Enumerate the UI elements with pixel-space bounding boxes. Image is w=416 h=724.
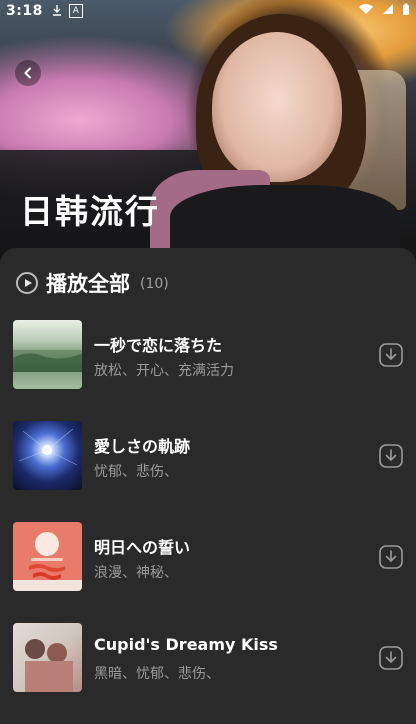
- play-icon: [16, 272, 38, 294]
- track-row[interactable]: 一秒で恋に落ちた 放松、开心、充满活力: [0, 320, 416, 421]
- track-cover-couple-photo: [13, 623, 82, 692]
- chevron-left-icon: [22, 64, 34, 83]
- download-button[interactable]: [378, 443, 404, 469]
- download-button[interactable]: [378, 342, 404, 368]
- download-icon: [379, 545, 403, 569]
- track-panel: 播放全部 (10) 一秒で恋に落ちた 放松、开心、充满活力 愛しさの軌跡 忧郁、…: [0, 248, 416, 692]
- a-notification-icon: A: [68, 4, 83, 18]
- play-all-label: 播放全部: [46, 272, 130, 296]
- track-tags: 忧郁、悲伤、: [94, 464, 178, 480]
- track-title: Cupid's Dreamy Kiss: [94, 635, 278, 654]
- download-button[interactable]: [378, 645, 404, 671]
- download-icon: [379, 343, 403, 367]
- download-button[interactable]: [378, 544, 404, 570]
- status-time: 3:18: [6, 3, 43, 19]
- signal-icon: [382, 3, 394, 19]
- playlist-title: 日韩流行: [20, 192, 160, 231]
- status-right-icons: [358, 3, 410, 20]
- track-tags: 浪漫、神秘、: [94, 565, 178, 581]
- track-title: 明日への誓い: [94, 538, 191, 557]
- banner-face: [212, 32, 342, 182]
- track-title: 一秒で恋に落ちた: [94, 336, 223, 355]
- track-count: (10): [140, 276, 169, 292]
- wifi-icon: [358, 3, 374, 19]
- track-row[interactable]: 愛しさの軌跡 忧郁、悲伤、: [0, 421, 416, 522]
- download-icon: [379, 444, 403, 468]
- play-all-button[interactable]: 播放全部 (10): [16, 268, 169, 298]
- track-row[interactable]: Cupid's Dreamy Kiss 黑暗、忧郁、悲伤、: [0, 623, 416, 724]
- track-cover-blue-light: [13, 421, 82, 490]
- battery-icon: [402, 3, 410, 20]
- track-cover-red-sunset: [13, 522, 82, 591]
- download-icon: [379, 646, 403, 670]
- status-bar: 3:18 A: [0, 0, 416, 22]
- track-row[interactable]: 明日への誓い 浪漫、神秘、: [0, 522, 416, 623]
- track-tags: 黑暗、忧郁、悲伤、: [94, 666, 220, 682]
- track-cover-lake-forest: [13, 320, 82, 389]
- track-list: 一秒で恋に落ちた 放松、开心、充满活力 愛しさの軌跡 忧郁、悲伤、 明日への誓い…: [0, 320, 416, 724]
- back-button[interactable]: [15, 60, 41, 86]
- track-tags: 放松、开心、充满活力: [94, 363, 234, 379]
- track-title: 愛しさの軌跡: [94, 437, 191, 456]
- download-indicator-icon: [51, 4, 63, 19]
